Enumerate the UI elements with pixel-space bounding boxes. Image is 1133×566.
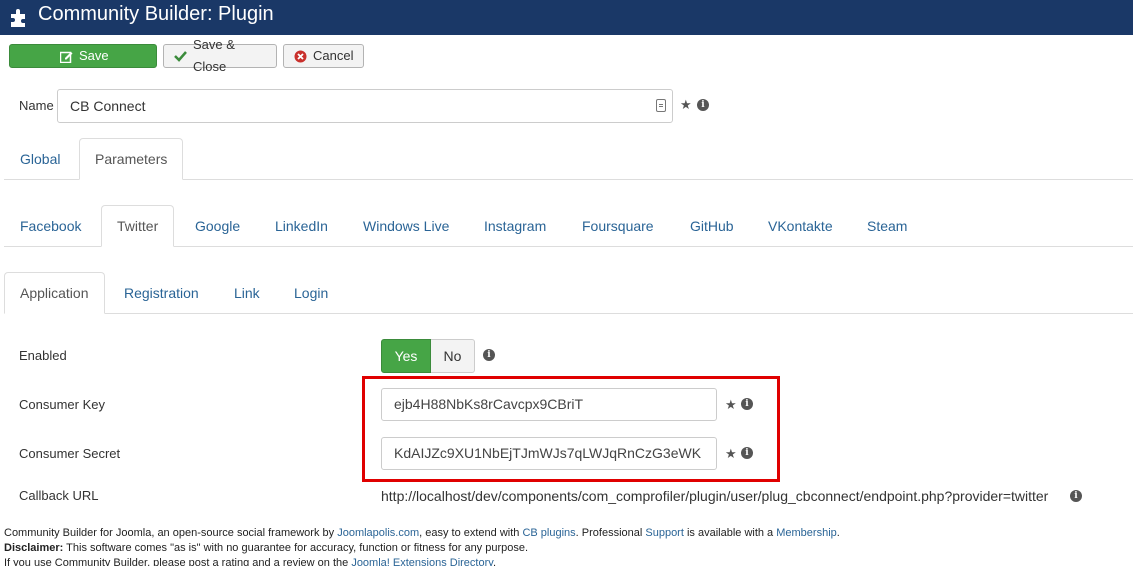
star-icon: ★ [680,97,692,112]
provider-tabs: Facebook Twitter Google LinkedIn Windows… [4,205,1133,247]
save-label: Save [79,48,109,63]
tab-vkontakte[interactable]: VKontakte [752,205,849,247]
enabled-label: Enabled [19,348,67,363]
footer-line-3: If you use Community Builder, please pos… [4,556,840,566]
footer-text: is available with a [683,527,777,539]
cancel-icon [294,50,307,62]
tab-linkedin[interactable]: LinkedIn [259,205,344,247]
save-close-label: Save & Close [193,37,235,74]
footer-text: . [836,527,840,539]
enabled-toggle: Yes No [381,339,475,373]
tab-twitter[interactable]: Twitter [101,205,175,247]
tab-facebook[interactable]: Facebook [4,205,97,247]
joomlapolis-link[interactable]: Joomlapolis.com [337,527,419,539]
footer-text: . Professional [575,527,646,539]
main-tabs: Global Parameters [4,138,1133,180]
tab-google[interactable]: Google [179,205,256,247]
tab-instagram[interactable]: Instagram [468,205,562,247]
footer: Community Builder for Joomla, an open-so… [4,526,840,566]
tab-github[interactable]: GitHub [674,205,750,247]
footer-line-1: Community Builder for Joomla, an open-so… [4,526,840,541]
tab-windows-live[interactable]: Windows Live [347,205,465,247]
tab-registration[interactable]: Registration [108,272,215,314]
info-icon[interactable]: i [1070,490,1082,502]
callback-url-value: http://localhost/dev/components/com_comp… [381,488,1049,504]
footer-text: . [492,557,496,566]
footer-text: This software comes "as is" with no guar… [63,542,529,554]
support-link[interactable]: Support [645,527,684,539]
application-tabs: Application Registration Link Login [4,272,1133,314]
contact-card-icon [656,99,666,112]
name-label: Name [19,98,54,113]
disclaimer-label: Disclaimer: [4,542,64,554]
info-icon[interactable]: i [483,349,495,361]
highlight-box [362,376,780,482]
footer-text: If you use Community Builder, please pos… [4,557,352,566]
tab-parameters[interactable]: Parameters [79,138,184,180]
footer-text: Community Builder for Joomla, an open-so… [4,527,338,539]
edit-icon [60,51,73,63]
name-input[interactable]: CB Connect [57,89,673,123]
footer-line-2: Disclaimer: This software comes "as is" … [4,541,840,556]
check-icon [174,51,187,62]
tab-login[interactable]: Login [278,272,344,314]
cb-plugins-link[interactable]: CB plugins [522,527,575,539]
save-close-button[interactable]: Save & Close [163,37,277,74]
jed-link[interactable]: Joomla! Extensions Directory [351,557,493,566]
save-button[interactable]: Save [9,44,157,68]
tab-global[interactable]: Global [4,138,76,180]
cancel-label: Cancel [313,48,354,63]
tab-link[interactable]: Link [218,272,276,314]
enabled-no-button[interactable]: No [431,339,475,373]
membership-link[interactable]: Membership [776,527,837,539]
footer-text: , easy to extend with [419,527,523,539]
consumer-secret-label: Consumer Secret [19,446,121,461]
tab-steam[interactable]: Steam [851,205,923,247]
cancel-button[interactable]: Cancel [283,44,364,68]
tab-foursquare[interactable]: Foursquare [566,205,670,247]
toolbar: Save Save & Close Cancel [0,35,1133,77]
tab-application[interactable]: Application [4,272,105,314]
name-value: CB Connect [70,98,146,114]
page-title: Community Builder: Plugin [38,3,274,25]
page-header: Community Builder: Plugin [0,0,1133,35]
consumer-key-label: Consumer Key [19,397,105,412]
callback-url-label: Callback URL [19,488,99,503]
puzzle-icon [11,9,25,27]
info-icon[interactable]: i [697,99,709,111]
enabled-yes-button[interactable]: Yes [381,339,431,373]
